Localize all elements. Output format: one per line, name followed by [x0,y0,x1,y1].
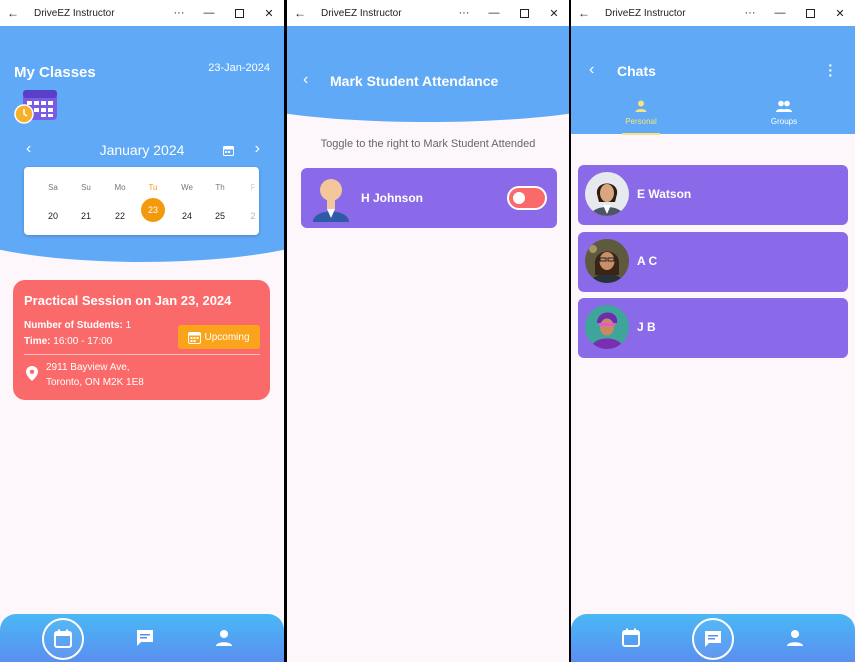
page-title: Mark Student Attendance [330,73,499,89]
session-title: Practical Session on Jan 23, 2024 [24,293,232,308]
page-title: My Classes [14,64,96,81]
session-time: Time: 16:00 - 17:00 [24,336,113,347]
day-cell[interactable]: We 24 [170,167,204,228]
window-attendance: ← DriveEZ Instructor ··· — ✕ ‹ Mark Stud… [287,0,569,662]
nav-profile[interactable] [212,628,236,648]
bottom-nav [0,614,284,662]
maximize-icon[interactable] [795,7,825,19]
session-address: 2911 Bayview Ave, Toronto, ON M2K 1E8 [46,362,144,388]
student-name: H Johnson [361,191,423,205]
groups-icon [776,100,792,112]
attendance-toggle[interactable] [507,186,547,210]
day-cell[interactable]: Th 25 [203,167,237,228]
window-title: DriveEZ Instructor [34,7,115,19]
calendar-icon [54,629,72,648]
day-cell[interactable]: Su 21 [69,167,103,228]
window-title: DriveEZ Instructor [321,7,402,19]
nav-profile[interactable] [783,628,807,648]
maximize-icon[interactable] [509,7,539,19]
person-icon [635,100,647,112]
close-icon[interactable]: ✕ [539,7,569,20]
window-title: DriveEZ Instructor [605,7,686,19]
more-icon[interactable]: ··· [449,7,479,19]
tab-indicator [622,133,660,135]
day-cell-selected[interactable]: Tu 23 [136,167,170,222]
title-bar: ← DriveEZ Instructor ··· — ✕ [0,0,284,26]
student-row: H Johnson [301,168,557,228]
day-cell[interactable]: F2 [236,167,259,228]
page-title: Chats [617,63,656,79]
more-icon[interactable]: ··· [735,7,765,19]
tab-personal[interactable]: Personal [596,100,686,126]
month-navigator: ‹ January 2024 › [24,140,260,160]
divider [24,354,260,355]
calendar-clock-icon [14,90,57,124]
month-label: January 2024 [99,142,185,158]
calendar-icon [188,331,202,344]
close-icon[interactable]: ✕ [825,7,855,20]
avatar [585,172,629,216]
nav-calendar[interactable] [619,628,643,648]
person-icon [787,630,803,646]
title-bar: ← DriveEZ Instructor ··· — ✕ [571,0,855,26]
minimize-icon[interactable]: — [765,7,795,19]
calendar-picker-icon[interactable] [223,143,234,161]
student-avatar [313,179,349,222]
contact-name: J B [637,320,656,334]
chat-item[interactable]: J B [578,298,848,358]
tab-groups[interactable]: Groups [739,100,829,126]
chevron-right-icon[interactable]: › [255,140,260,158]
maximize-icon[interactable] [224,7,254,19]
calendar-icon [622,628,640,647]
more-vertical-icon[interactable]: · · · [828,58,833,82]
chat-item[interactable]: E Watson [578,165,848,225]
chat-icon [705,631,721,647]
window-my-classes: ← DriveEZ Instructor ··· — ✕ My Classes … [0,0,284,662]
current-date: 23-Jan-2024 [208,62,270,74]
nav-chat[interactable] [133,628,157,648]
session-card[interactable]: Practical Session on Jan 23, 2024 Number… [13,280,270,400]
location-pin-icon [26,366,38,381]
nav-chat[interactable] [692,618,734,660]
contact-name: E Watson [637,187,692,201]
title-bar: ← DriveEZ Instructor ··· — ✕ [287,0,569,26]
back-arrow-icon[interactable]: ← [287,6,313,20]
chevron-left-icon[interactable]: ‹ [303,71,308,89]
chat-icon [137,630,153,646]
back-arrow-icon[interactable]: ← [571,6,597,20]
window-chats: ← DriveEZ Instructor ··· — ✕ ‹ Chats · · ·… [571,0,855,662]
minimize-icon[interactable]: — [479,7,509,19]
nav-calendar[interactable] [42,618,84,660]
instruction-text: Toggle to the right to Mark Student Atte… [320,138,536,150]
day-cell[interactable]: Sa 20 [36,167,70,228]
minimize-icon[interactable]: — [194,7,224,19]
day-cell[interactable]: Mo 22 [103,167,137,228]
close-icon[interactable]: ✕ [254,7,284,20]
avatar [585,239,629,283]
status-badge: Upcoming [178,325,260,349]
more-icon[interactable]: ··· [164,7,194,19]
chevron-left-icon[interactable]: ‹ [26,140,31,158]
back-arrow-icon[interactable]: ← [0,6,26,20]
avatar [585,305,629,349]
chevron-left-icon[interactable]: ‹ [589,61,594,79]
person-icon [216,630,232,646]
contact-name: A C [637,254,658,268]
bottom-nav [571,614,855,662]
session-students: Number of Students: 1 [24,320,132,331]
chat-item[interactable]: A C [578,232,848,292]
week-strip: Sa 20 Su 21 Mo 22 Tu 23 We 24 Th 25 F2 [24,167,259,235]
toggle-knob [513,192,525,204]
